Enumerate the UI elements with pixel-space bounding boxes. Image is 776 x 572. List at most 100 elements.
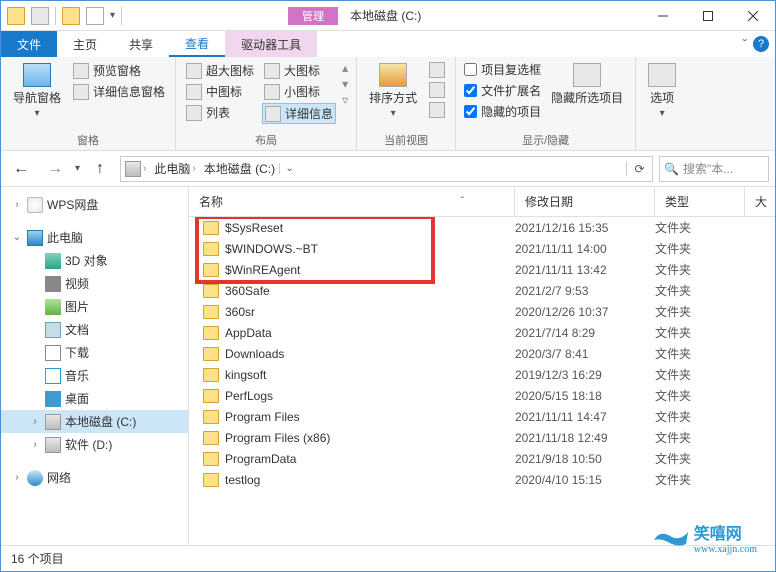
expand-icon[interactable]: › bbox=[11, 472, 23, 483]
list-button[interactable]: 列表 bbox=[184, 103, 256, 122]
table-row[interactable]: testlog2020/4/10 15:15文件夹 bbox=[189, 469, 775, 490]
tab-home[interactable]: 主页 bbox=[57, 31, 113, 57]
expand-icon[interactable]: ⌄ bbox=[11, 232, 23, 243]
chevron-down-icon: ▾ bbox=[391, 108, 396, 119]
table-row[interactable]: AppData2021/7/14 8:29文件夹 bbox=[189, 322, 775, 343]
preview-pane-button[interactable]: 预览窗格 bbox=[71, 61, 167, 80]
breadcrumb-drive[interactable]: 本地磁盘 (C:) bbox=[200, 160, 279, 177]
col-type[interactable]: 类型 bbox=[655, 187, 745, 216]
tree-item[interactable]: ›本地磁盘 (C:) bbox=[1, 410, 188, 433]
tree-item[interactable]: 视频 bbox=[1, 272, 188, 295]
tree-item[interactable]: 音乐 bbox=[1, 364, 188, 387]
table-row[interactable]: $WinREAgent2021/11/11 13:42文件夹 bbox=[189, 259, 775, 280]
chevron-down-icon[interactable]: ▾ bbox=[110, 10, 115, 21]
table-row[interactable]: Program Files2021/11/11 14:47文件夹 bbox=[189, 406, 775, 427]
chevron-right-icon[interactable]: › bbox=[143, 163, 146, 174]
details-view-button[interactable]: 详细信息 bbox=[262, 103, 336, 124]
tab-view[interactable]: 查看 bbox=[169, 31, 225, 57]
options-button[interactable]: 选项 ▾ bbox=[644, 61, 680, 121]
back-button[interactable]: ← bbox=[7, 155, 35, 183]
scroll-up-icon[interactable]: ▴ bbox=[342, 61, 348, 75]
tree-label: 文档 bbox=[65, 321, 89, 338]
expand-icon[interactable]: › bbox=[29, 416, 41, 427]
fit-columns-button[interactable] bbox=[427, 101, 447, 119]
properties-icon[interactable] bbox=[31, 7, 49, 25]
tab-share[interactable]: 共享 bbox=[113, 31, 169, 57]
refresh-button[interactable]: ⟳ bbox=[626, 162, 652, 176]
nav-pane-button[interactable]: 导航窗格 ▾ bbox=[9, 61, 65, 121]
table-row[interactable]: ProgramData2021/9/18 10:50文件夹 bbox=[189, 448, 775, 469]
collapse-ribbon-icon[interactable]: ˇ bbox=[742, 36, 747, 52]
forward-button[interactable]: → bbox=[41, 155, 69, 183]
medium-icons-button[interactable]: 中图标 bbox=[184, 82, 256, 101]
tab-file[interactable]: 文件 bbox=[1, 31, 57, 57]
tree-label: 下载 bbox=[65, 344, 89, 361]
tree-item[interactable]: ›软件 (D:) bbox=[1, 433, 188, 456]
help-icon[interactable]: ? bbox=[753, 36, 769, 52]
table-row[interactable]: Program Files (x86)2021/11/18 12:49文件夹 bbox=[189, 427, 775, 448]
large-icons-button[interactable]: 大图标 bbox=[262, 61, 336, 80]
breadcrumb-pc[interactable]: 此电脑 › bbox=[150, 160, 199, 177]
details-pane-button[interactable]: 详细信息窗格 bbox=[71, 82, 167, 101]
nav-tree[interactable]: ›WPS网盘 ⌄ 此电脑 3D 对象视频图片文档下载音乐桌面›本地磁盘 (C:)›软件… bbox=[1, 187, 189, 545]
col-date[interactable]: 修改日期 bbox=[515, 187, 655, 216]
tree-item[interactable]: 文档 bbox=[1, 318, 188, 341]
tree-item[interactable]: ›网络 bbox=[1, 466, 188, 489]
add-columns-button[interactable] bbox=[427, 81, 447, 99]
file-list[interactable]: $SysReset2021/12/16 15:35文件夹$WINDOWS.~BT… bbox=[189, 217, 775, 545]
address-dropdown[interactable]: ⌄ bbox=[279, 163, 299, 174]
table-row[interactable]: kingsoft2019/12/3 16:29文件夹 bbox=[189, 364, 775, 385]
table-row[interactable]: Downloads2020/3/7 8:41文件夹 bbox=[189, 343, 775, 364]
close-button[interactable] bbox=[730, 1, 775, 31]
hide-selected-button[interactable]: 隐藏所选项目 bbox=[547, 61, 627, 108]
up-button[interactable]: ↑ bbox=[86, 155, 114, 183]
history-dropdown[interactable]: ▾ bbox=[75, 163, 80, 174]
small-icons-button[interactable]: 小图标 bbox=[262, 82, 336, 101]
table-row[interactable]: 360Safe2021/2/7 9:53文件夹 bbox=[189, 280, 775, 301]
tree-item[interactable]: 桌面 bbox=[1, 387, 188, 410]
chevron-right-icon[interactable]: › bbox=[192, 163, 195, 174]
search-input[interactable]: 🔍 搜索"本... bbox=[659, 156, 769, 182]
col-name[interactable]: 名称ˆ bbox=[189, 187, 515, 216]
table-row[interactable]: 360sr2020/12/26 10:37文件夹 bbox=[189, 301, 775, 322]
file-type: 文件夹 bbox=[655, 387, 745, 404]
tree-icon bbox=[45, 253, 61, 269]
scroll-down-icon[interactable]: ▾ bbox=[342, 77, 348, 91]
maximize-button[interactable] bbox=[685, 1, 730, 31]
expand-icon[interactable]: ▿ bbox=[342, 93, 348, 107]
file-date: 2021/7/14 8:29 bbox=[515, 326, 655, 340]
folder-icon[interactable] bbox=[62, 7, 80, 25]
table-row[interactable]: PerfLogs2020/5/15 18:18文件夹 bbox=[189, 385, 775, 406]
tab-drive-tools[interactable]: 驱动器工具 bbox=[225, 31, 317, 57]
columns-icon bbox=[429, 82, 445, 98]
item-checkboxes-toggle[interactable]: 项目复选框 bbox=[464, 61, 541, 78]
table-row[interactable]: $SysReset2021/12/16 15:35文件夹 bbox=[189, 217, 775, 238]
tree-label: 此电脑 bbox=[47, 229, 83, 246]
file-ext-toggle[interactable]: 文件扩展名 bbox=[464, 82, 541, 99]
minimize-button[interactable] bbox=[640, 1, 685, 31]
tree-item[interactable]: 下载 bbox=[1, 341, 188, 364]
extra-large-icons-button[interactable]: 超大图标 bbox=[184, 61, 256, 80]
tree-item[interactable]: 3D 对象 bbox=[1, 249, 188, 272]
table-row[interactable]: $WINDOWS.~BT2021/11/11 14:00文件夹 bbox=[189, 238, 775, 259]
hide-selected-label: 隐藏所选项目 bbox=[551, 89, 623, 106]
hidden-items-toggle[interactable]: 隐藏的项目 bbox=[464, 103, 541, 120]
file-name: PerfLogs bbox=[225, 389, 273, 403]
expand-icon[interactable]: › bbox=[11, 199, 23, 210]
group-by-button[interactable] bbox=[427, 61, 447, 79]
separator bbox=[55, 7, 56, 25]
group-label: 窗格 bbox=[9, 130, 167, 148]
folder-icon bbox=[203, 305, 219, 319]
col-size[interactable]: 大 bbox=[745, 187, 775, 216]
qat-button[interactable] bbox=[86, 7, 104, 25]
group-label: 显示/隐藏 bbox=[464, 130, 627, 148]
expand-icon[interactable]: › bbox=[29, 439, 41, 450]
folder-icon bbox=[203, 347, 219, 361]
tree-item[interactable]: 图片 bbox=[1, 295, 188, 318]
file-date: 2021/12/16 15:35 bbox=[515, 221, 655, 235]
sort-by-button[interactable]: 排序方式 ▾ bbox=[365, 61, 421, 121]
tree-item[interactable]: ›WPS网盘 bbox=[1, 193, 188, 216]
address-bar[interactable]: › 此电脑 › 本地磁盘 (C:) ⌄ ⟳ bbox=[120, 156, 653, 182]
tree-label: 图片 bbox=[65, 298, 89, 315]
tree-item[interactable]: ⌄ 此电脑 bbox=[1, 226, 188, 249]
